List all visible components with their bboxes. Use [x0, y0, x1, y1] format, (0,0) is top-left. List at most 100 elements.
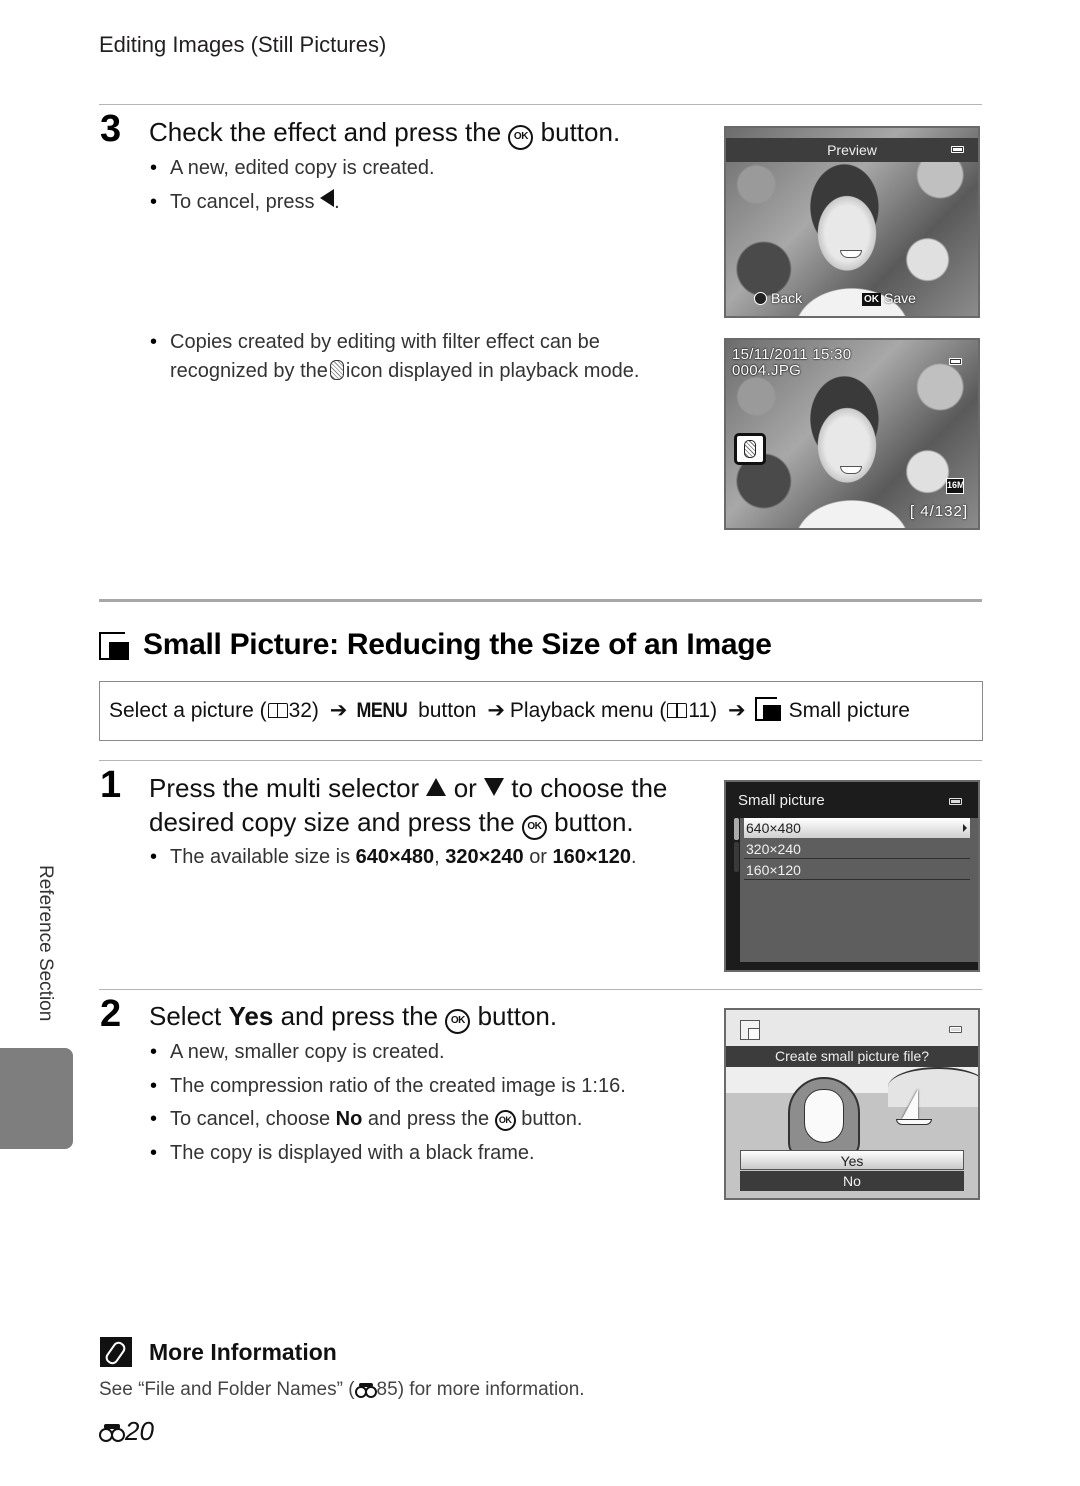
book-reference-icon [267, 703, 288, 718]
ok-button-icon: OK [445, 1009, 471, 1034]
bullet-item: A new, smaller copy is created. [150, 1036, 626, 1070]
section-title: Small Picture: Reducing the Size of an I… [143, 628, 772, 661]
size-option-text: 160×120 [552, 846, 631, 868]
more-info-text-part: ) for more information. [397, 1379, 585, 1400]
menu-option-320x240[interactable]: 320×240 [744, 839, 970, 859]
menu-title: Small picture [738, 792, 825, 809]
running-head: Editing Images (Still Pictures) [99, 32, 387, 57]
more-info-heading: More Information [100, 1337, 337, 1367]
step-title-text: button. [477, 1001, 558, 1031]
step-title: Press the multi selector or to choose th… [149, 771, 667, 840]
yes-option[interactable]: Yes [740, 1150, 964, 1170]
bullet-item: Copies created by editing with filter ef… [150, 328, 639, 386]
arrow-right-icon: ➔ [727, 699, 746, 722]
menu-option-640x480[interactable]: 640×480 [744, 818, 970, 838]
step-number: 2 [100, 993, 122, 1035]
save-label: Save [884, 290, 916, 306]
step-bullets: A new, smaller copy is created. The comp… [150, 1036, 626, 1170]
small-picture-icon [740, 1020, 760, 1040]
up-arrow-icon [426, 778, 447, 796]
filter-effect-icon [329, 360, 344, 380]
step-title-text: desired copy size and press the [149, 807, 515, 837]
menu-scrollbar-track [734, 842, 739, 872]
down-arrow-icon [484, 778, 505, 796]
battery-icon [949, 358, 962, 365]
bullet-text: Copies created by editing with filter ef… [170, 331, 600, 353]
step-title-text: or [453, 773, 477, 803]
no-option[interactable]: No [740, 1171, 964, 1191]
small-picture-icon [754, 695, 781, 721]
step-title-text: to choose the [511, 773, 668, 803]
punctuation: , [434, 846, 440, 868]
menu-option-label: 320×240 [746, 841, 801, 857]
step-number: 3 [100, 108, 122, 150]
path-text: button [418, 699, 477, 722]
bullet-item: The compression ratio of the created ima… [150, 1070, 626, 1104]
bullet-item: To cancel, press . [150, 186, 435, 220]
filter-effect-icon [734, 433, 766, 465]
datetime-readout: 15/11/2011 15:30 [732, 346, 852, 363]
step-title: Check the effect and press the OK button… [149, 115, 620, 150]
bullet-item: The copy is displayed with a black frame… [150, 1137, 626, 1171]
menu-option-160x120[interactable]: 160×120 [744, 860, 970, 880]
ok-button-icon: OK [494, 1110, 516, 1131]
bullet-item: To cancel, choose No and press the OK bu… [150, 1103, 626, 1137]
size-option-text: 640×480 [355, 846, 435, 868]
bullet-text: button. [521, 1108, 583, 1130]
size-option-text: 320×240 [445, 846, 524, 868]
arrow-right-icon: ➔ [329, 699, 348, 722]
menu-path-box: Select a picture (32) ➔ MENU button ➔ Play… [99, 681, 983, 741]
divider [99, 104, 982, 105]
camera-screen-small-picture-menu: Small picture 640×480 320×240 160×120 [724, 780, 980, 972]
bullet-item: The available size is 640×480, 320×240 o… [150, 841, 637, 875]
reference-section-icon [354, 1383, 377, 1398]
illustration-sailboat [902, 1089, 918, 1119]
step-title-text: Check the effect and press the [149, 117, 502, 147]
bullet-text: The available size is [170, 846, 351, 868]
save-hint: OK Save [862, 290, 916, 306]
ok-icon: OK [862, 293, 881, 306]
step-note: Copies created by editing with filter ef… [150, 328, 639, 386]
screen-title: Preview [827, 142, 877, 158]
section-divider [99, 599, 982, 602]
page-reference: 85 [376, 1379, 398, 1400]
side-tab[interactable] [0, 1048, 73, 1149]
bullet-text: recognized by the [170, 360, 328, 382]
step-title-text: button. [540, 117, 621, 147]
filename-readout: 0004.JPG [732, 362, 802, 379]
page-number: 20 [99, 1416, 154, 1447]
book-reference-icon [667, 703, 688, 718]
camera-screen-preview: Preview Back OK Save [724, 126, 980, 318]
section-heading: Small Picture: Reducing the Size of an I… [99, 628, 772, 662]
step-title: Select Yes and press the OK button. [149, 999, 557, 1034]
page-reference: 32) [288, 699, 319, 722]
menu-button-glyph: MENU [356, 699, 408, 722]
reference-section-icon [99, 1424, 125, 1442]
battery-icon [951, 146, 964, 153]
illustration-boat-hull [896, 1119, 932, 1125]
bullet-text: and press the [367, 1108, 490, 1130]
bullet-text: or [529, 846, 547, 868]
confirm-prompt: Create small picture file? [726, 1046, 978, 1067]
left-arrow-icon [320, 188, 335, 207]
page-reference: 11) [688, 699, 718, 722]
ok-button-icon: OK [521, 815, 547, 840]
bullet-text: To cancel, choose [170, 1108, 331, 1130]
ok-button-icon: OK [508, 125, 534, 150]
camera-screen-confirm: Create small picture file? Yes No [724, 1008, 980, 1200]
frame-counter: [ 4/132] [909, 503, 968, 520]
divider [99, 989, 982, 990]
battery-icon [949, 798, 962, 805]
more-info-title: More Information [149, 1338, 337, 1365]
step-bullets: The available size is 640×480, 320×240 o… [150, 841, 637, 875]
arrow-right-icon: ➔ [487, 699, 505, 722]
divider [99, 760, 982, 761]
menu-scrollbar[interactable] [734, 818, 739, 840]
step-bullets: A new, edited copy is created. To cancel… [150, 152, 435, 219]
bullet-text: icon displayed in playback mode. [345, 360, 640, 382]
punctuation: . [630, 846, 637, 868]
side-tab-label: Reference Section [35, 865, 56, 1022]
step-title-emphasis: Yes [228, 1001, 274, 1031]
small-picture-icon [99, 630, 129, 660]
paperclip-icon [100, 1337, 132, 1367]
